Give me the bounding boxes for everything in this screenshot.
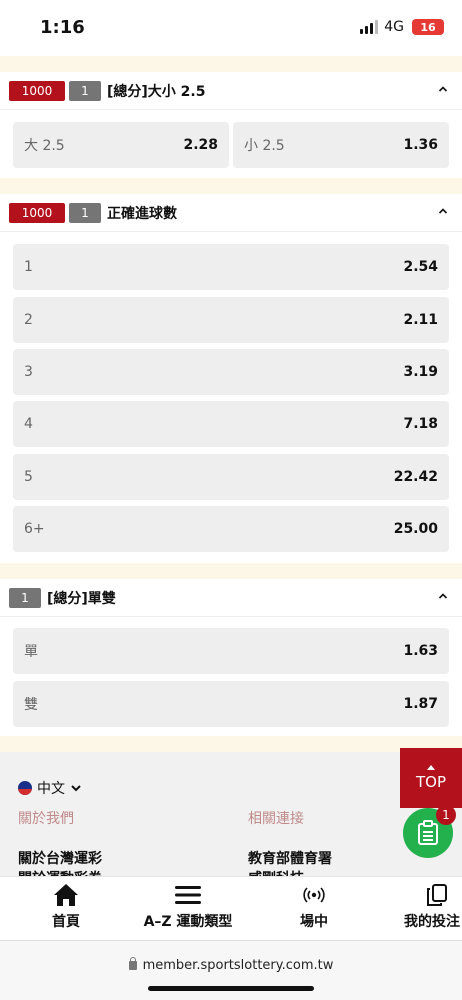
- footer-heading-about: 關於我們: [18, 811, 74, 827]
- betslip-count-badge: 1: [436, 805, 456, 825]
- chevron-down-icon: [71, 785, 81, 792]
- odds-button[interactable]: 5 22.42: [13, 454, 449, 500]
- section-divider: [0, 563, 462, 579]
- lock-icon: [128, 957, 137, 970]
- odds-button-under[interactable]: 小 2.5 1.36: [233, 122, 449, 168]
- copy-icon: [427, 884, 447, 906]
- language-label: 中文: [37, 781, 65, 797]
- chevron-up-icon[interactable]: [438, 84, 448, 94]
- section-divider: [0, 56, 462, 72]
- url-display[interactable]: member.sportslottery.com.tw: [0, 957, 462, 973]
- chevron-up-icon[interactable]: [438, 206, 448, 216]
- site-footer: 中文 關於我們 相關連接 關於台灣運彩 關於運動彩券 教育部體育署 威剛科技: [0, 752, 462, 876]
- status-bar: 1:16 4G 16: [0, 0, 462, 56]
- market-title: [總分]大小 2.5: [107, 83, 206, 100]
- odds-option-name: 1: [24, 259, 33, 275]
- live-icon: [303, 887, 325, 903]
- footer-heading-links: 相關連接: [248, 811, 304, 827]
- tab-sports-az[interactable]: A–Z 運動類型: [132, 883, 244, 931]
- tab-label: 場中: [300, 914, 328, 930]
- tab-live[interactable]: 場中: [292, 883, 336, 931]
- tab-my-bets[interactable]: 我的投注: [404, 883, 462, 931]
- menu-icon: [175, 886, 201, 904]
- odds-button[interactable]: 1 2.54: [13, 244, 449, 290]
- odds-option-name: 單: [24, 644, 38, 660]
- top-label: TOP: [415, 773, 446, 791]
- tab-home[interactable]: 首頁: [44, 883, 88, 931]
- odds-button[interactable]: 6+ 25.00: [13, 506, 449, 552]
- footer-link[interactable]: 教育部體育署: [248, 848, 332, 868]
- section-divider: [0, 178, 462, 194]
- odds-button-even[interactable]: 雙 1.87: [13, 681, 449, 727]
- market-title: 正確進球數: [107, 205, 177, 222]
- home-indicator[interactable]: [148, 986, 314, 991]
- odds-value: 3.19: [403, 364, 438, 380]
- odds-value: 1.63: [403, 643, 438, 659]
- back-to-top-button[interactable]: TOP: [400, 748, 462, 808]
- odds-option-name: 6+: [24, 521, 45, 537]
- market-limit-tag: 1000: [9, 202, 65, 223]
- market-header-correct-goals[interactable]: 1000 1 正確進球數: [0, 194, 462, 232]
- odds-value: 1.36: [403, 137, 438, 153]
- tab-label: A–Z 運動類型: [143, 914, 233, 930]
- section-divider: [0, 736, 462, 752]
- footer-link[interactable]: 關於台灣運彩: [18, 848, 102, 868]
- bottom-tab-bar: 首頁 A–Z 運動類型 場中 我的投注: [0, 876, 462, 940]
- odds-value: 22.42: [393, 469, 438, 485]
- odds-button[interactable]: 3 3.19: [13, 349, 449, 395]
- odds-button[interactable]: 4 7.18: [13, 401, 449, 447]
- status-indicators: 4G 16: [360, 19, 444, 35]
- odds-value: 2.28: [183, 137, 218, 153]
- network-label: 4G: [384, 19, 404, 35]
- odds-value: 7.18: [403, 416, 438, 432]
- odds-option-name: 雙: [24, 697, 38, 713]
- odds-option-name: 小 2.5: [244, 138, 285, 154]
- footer-link[interactable]: 關於運動彩券: [18, 868, 102, 876]
- odds-option-name: 3: [24, 364, 33, 380]
- tab-label: 首頁: [52, 914, 80, 930]
- market-limit-tag: 1000: [9, 80, 65, 101]
- odds-option-name: 4: [24, 416, 33, 432]
- odds-value: 2.11: [403, 312, 438, 328]
- footer-link[interactable]: 威剛科技: [248, 868, 304, 876]
- market-title: [總分]單雙: [47, 590, 116, 607]
- odds-button[interactable]: 2 2.11: [13, 297, 449, 343]
- market-count-tag: 1: [9, 587, 41, 608]
- odds-value: 2.54: [403, 259, 438, 275]
- odds-option-name: 大 2.5: [24, 138, 65, 154]
- market-count-tag: 1: [69, 80, 101, 101]
- odds-option-name: 2: [24, 312, 33, 328]
- arrow-up-icon: [427, 765, 435, 770]
- signal-icon: [360, 20, 379, 34]
- status-time: 1:16: [40, 17, 85, 38]
- odds-button-odd[interactable]: 單 1.63: [13, 628, 449, 674]
- browser-url-bar: member.sportslottery.com.tw: [0, 940, 462, 1000]
- market-header-odd-even[interactable]: 1 [總分]單雙: [0, 579, 462, 617]
- odds-option-name: 5: [24, 469, 33, 485]
- home-icon: [54, 884, 78, 906]
- odds-value: 25.00: [393, 521, 438, 537]
- market-header-over-under[interactable]: 1000 1 [總分]大小 2.5: [0, 72, 462, 110]
- chevron-up-icon[interactable]: [438, 591, 448, 601]
- odds-button-over[interactable]: 大 2.5 2.28: [13, 122, 229, 168]
- tab-label: 我的投注: [404, 914, 460, 930]
- taiwan-flag-icon: [18, 781, 32, 795]
- odds-value: 1.87: [403, 696, 438, 712]
- market-count-tag: 1: [69, 202, 101, 223]
- url-text: member.sportslottery.com.tw: [142, 958, 334, 973]
- battery-icon: 16: [412, 19, 444, 35]
- language-selector[interactable]: 中文: [18, 778, 81, 798]
- clipboard-icon: [418, 820, 438, 845]
